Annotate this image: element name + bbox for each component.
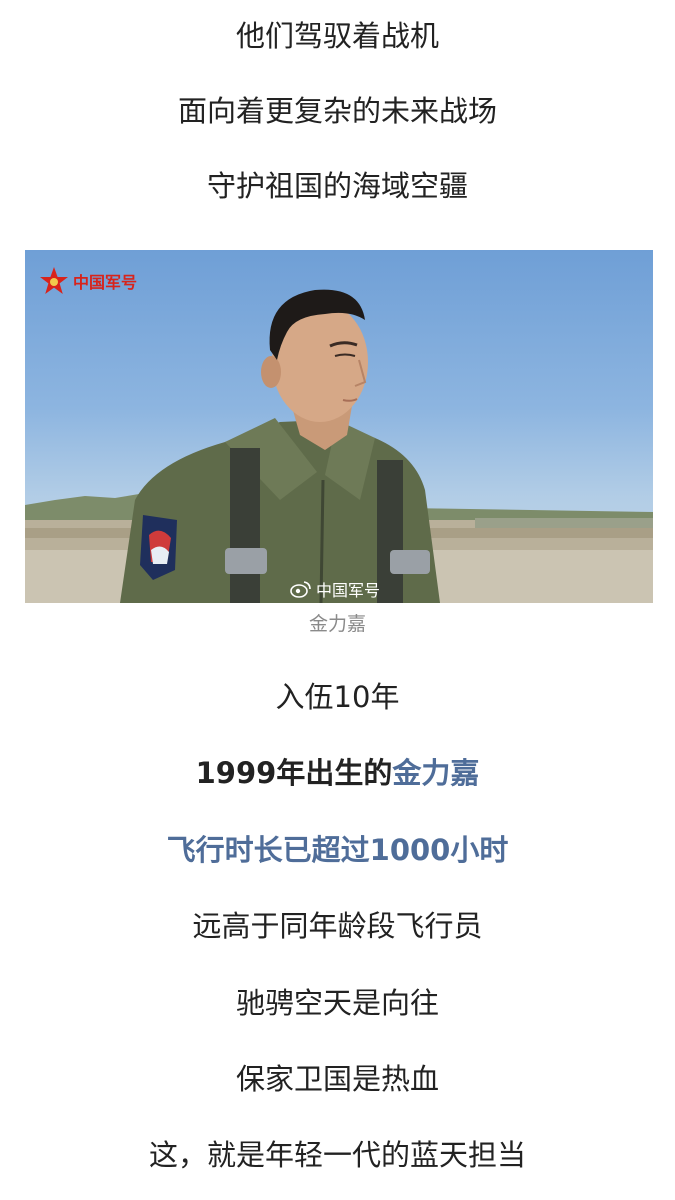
pilot-name-highlight: 金力嘉 — [392, 756, 480, 790]
photo-caption: 金力嘉 — [308, 613, 366, 635]
body-line-5: 驰骋空天是向往 — [235, 986, 439, 1020]
intro-line-2: 面向着更复杂的未来战场 — [177, 94, 497, 128]
red-star-icon — [40, 267, 68, 294]
weibo-icon — [290, 581, 311, 598]
body-line-7: 这，就是年轻一代的蓝天担当 — [148, 1138, 526, 1172]
logo-text: 中国军号 — [73, 273, 138, 292]
body-line-4: 远高于同年龄段飞行员 — [192, 909, 483, 943]
birth-year-text: 1999年出生的 — [195, 756, 393, 790]
intro-line-3: 守护祖国的海域空疆 — [206, 169, 468, 203]
logo: 中国军号 — [39, 266, 137, 296]
body-line-3-highlight: 飞行时长已超过1000小时 — [166, 833, 509, 867]
intro-line-1: 他们驾驭着战机 — [235, 19, 439, 53]
body-line-1: 入伍10年 — [275, 680, 400, 714]
body-line-6: 保家卫国是热血 — [235, 1062, 439, 1096]
watermark: 中国军号 — [290, 577, 380, 601]
watermark-text: 中国军号 — [316, 581, 381, 600]
pilot-photo: 中国军号 中国军号 — [25, 250, 653, 603]
body-line-2: 1999年出生的金力嘉 — [0, 753, 675, 793]
